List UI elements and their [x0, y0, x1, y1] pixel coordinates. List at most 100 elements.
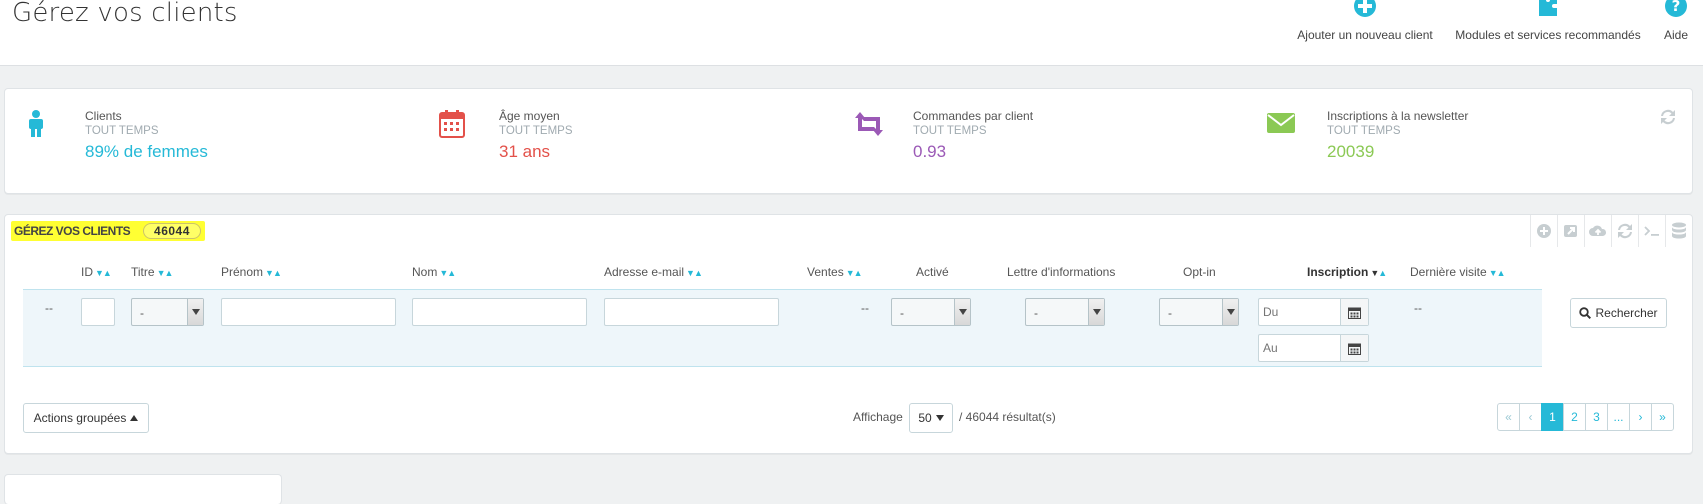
filter-row: -- - -- - - - -- [23, 289, 1667, 367]
page-button-1[interactable]: 1 [1541, 403, 1564, 431]
column-header-email[interactable]: Adresse e-mail ▼▲ [604, 265, 703, 279]
sort-icon[interactable]: ▼▲ [265, 268, 282, 278]
column-label: Adresse e-mail [604, 265, 685, 279]
first-page-button[interactable]: « [1497, 403, 1520, 431]
column-header-firstname[interactable]: Prénom ▼▲ [221, 265, 282, 279]
list-title: Gérez vos clients 46044 [11, 221, 205, 241]
database-icon [1672, 222, 1686, 239]
sql-manager-tool[interactable] [1665, 215, 1692, 247]
kpi-subtitle: TOUT TEMPS [499, 125, 573, 137]
kpi-customers: Clients TOUT TEMPS 89% de femmes [25, 109, 385, 169]
search-icon [1579, 307, 1592, 319]
sort-icon[interactable]: ▼▲ [1370, 268, 1387, 278]
column-label: Titre [131, 265, 155, 279]
column-header-sales[interactable]: Ventes ▼▲ [807, 265, 863, 279]
pagination: « ‹ 1 2 3 ... › » [1497, 403, 1674, 431]
kpi-panel: Clients TOUT TEMPS 89% de femmes Âge moy… [4, 88, 1693, 194]
column-header-optin: Opt-in [1183, 265, 1216, 279]
column-header-last-visit[interactable]: Dernière visite ▼▲ [1410, 265, 1506, 279]
sort-icon[interactable]: ▼▲ [157, 268, 174, 278]
add-customer-button[interactable]: Ajouter un nouveau client [1290, 0, 1440, 50]
filter-lastname-input[interactable] [412, 298, 587, 326]
column-label: Ventes [807, 265, 844, 279]
bulk-actions-button[interactable]: Actions groupées [23, 403, 149, 433]
filter-firstname-input[interactable] [221, 298, 396, 326]
filter-newsletter-select[interactable]: - [1025, 298, 1105, 326]
filter-title-select[interactable]: - [131, 298, 204, 326]
calendar-icon[interactable] [1340, 299, 1368, 325]
sort-icon[interactable]: ▼▲ [439, 268, 456, 278]
chevron-down-icon [187, 299, 203, 325]
filter-sales-placeholder: -- [861, 301, 869, 315]
chevron-down-icon [1088, 299, 1104, 325]
column-header-newsletter: Lettre d'informations [1007, 265, 1115, 279]
kpi-value: 0.93 [913, 142, 947, 161]
caret-down-icon [935, 415, 944, 421]
filter-date-from[interactable] [1258, 298, 1369, 326]
plus-circle-icon [1354, 0, 1376, 17]
next-page-button[interactable]: › [1629, 403, 1652, 431]
column-header-lastname[interactable]: Nom ▼▲ [412, 265, 456, 279]
kpi-subtitle: TOUT TEMPS [913, 125, 987, 137]
date-from-input[interactable] [1259, 299, 1339, 325]
column-label: Dernière visite [1410, 265, 1487, 279]
previous-page-button[interactable]: ‹ [1519, 403, 1542, 431]
add-new-tool[interactable] [1530, 215, 1557, 247]
date-to-input[interactable] [1259, 335, 1339, 361]
help-button[interactable]: ? Aide [1656, 0, 1696, 50]
page-button-3[interactable]: 3 [1585, 403, 1608, 431]
last-page-button[interactable]: » [1651, 403, 1674, 431]
column-header-registration[interactable]: Inscription ▼▲ [1307, 265, 1387, 279]
sort-icon[interactable]: ▼▲ [846, 268, 863, 278]
sql-query-tool[interactable] [1638, 215, 1665, 247]
filter-email-input[interactable] [604, 298, 779, 326]
column-label: ID [81, 265, 93, 279]
calendar-icon [439, 110, 465, 138]
column-header-title[interactable]: Titre ▼▲ [131, 265, 174, 279]
export-tool[interactable] [1557, 215, 1584, 247]
page-button-2[interactable]: 2 [1563, 403, 1586, 431]
select-value: - [140, 306, 144, 320]
user-icon [29, 110, 43, 137]
filter-optin-select[interactable]: - [1159, 298, 1239, 326]
kpi-value: 20039 [1327, 142, 1375, 161]
bulk-actions-label: Actions groupées [33, 411, 127, 425]
filter-active-select[interactable]: - [891, 298, 971, 326]
select-value: - [900, 306, 904, 320]
caret-up-icon [130, 415, 139, 421]
search-button[interactable]: Rechercher [1570, 298, 1667, 328]
sort-icon[interactable]: ▼▲ [686, 268, 703, 278]
filter-last-visit-placeholder: -- [1414, 301, 1422, 315]
refresh-icon[interactable] [1660, 109, 1676, 125]
kpi-newsletter: Inscriptions à la newsletter TOUT TEMPS … [1267, 109, 1627, 169]
page-ellipsis[interactable]: ... [1607, 403, 1630, 431]
select-value: - [1168, 306, 1172, 320]
kpi-title: Âge moyen [499, 109, 560, 123]
per-page-value: 50 [918, 411, 932, 425]
recommended-modules-button[interactable]: Modules et services recommandés [1450, 0, 1646, 50]
cloud-upload-icon [1589, 225, 1607, 236]
svg-text:?: ? [1672, 0, 1681, 15]
sort-icon[interactable]: ▼▲ [1489, 268, 1506, 278]
results-count: / 46044 résultat(s) [959, 410, 1056, 424]
column-label: Opt-in [1183, 265, 1216, 279]
per-page-select[interactable]: 50 [909, 403, 953, 433]
column-label: Lettre d'informations [1007, 265, 1116, 279]
filter-id-input[interactable] [81, 298, 115, 326]
import-tool[interactable] [1584, 215, 1611, 247]
help-label: Aide [1663, 28, 1689, 42]
refresh-list-tool[interactable] [1611, 215, 1638, 247]
column-header-id[interactable]: ID ▼▲ [81, 265, 112, 279]
column-label: Prénom [221, 265, 264, 279]
kpi-subtitle: TOUT TEMPS [1327, 125, 1401, 137]
calendar-icon[interactable] [1340, 335, 1368, 361]
select-value: - [1034, 306, 1038, 320]
recommended-modules-label: Modules et services recommandés [1455, 28, 1641, 42]
page-title: Gérez vos clients [12, 0, 238, 28]
next-panel-edge [4, 474, 282, 504]
pagination-display-label: Affichage [853, 410, 903, 424]
filter-date-to[interactable] [1258, 334, 1369, 362]
column-label: Inscription [1307, 265, 1369, 279]
kpi-title: Inscriptions à la newsletter [1327, 109, 1469, 123]
sort-icon[interactable]: ▼▲ [95, 268, 112, 278]
